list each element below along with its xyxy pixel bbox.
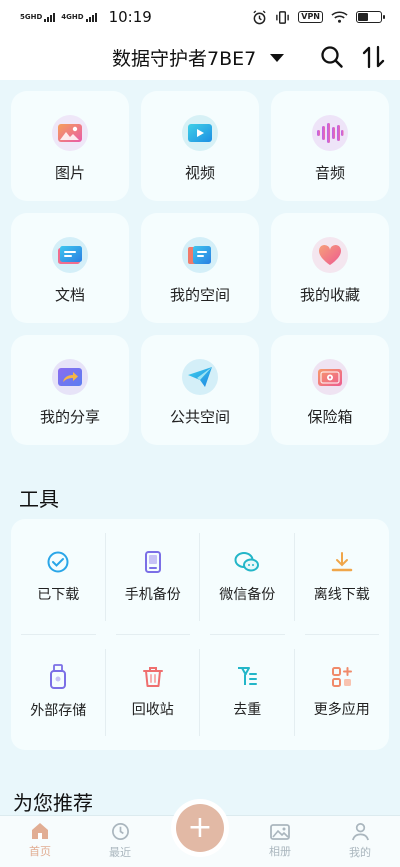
category-label: 我的分享 bbox=[39, 408, 100, 426]
nav-label: 相册 bbox=[269, 845, 291, 858]
category-card-audio[interactable]: 音频 bbox=[271, 91, 389, 201]
category-label: 我的空间 bbox=[169, 286, 230, 304]
wechat-backup-icon bbox=[234, 551, 260, 572]
safe-box-icon bbox=[312, 359, 348, 395]
more-apps-icon bbox=[331, 667, 352, 688]
category-label: 我的收藏 bbox=[299, 286, 360, 304]
heart-icon bbox=[312, 237, 348, 273]
downloaded-icon bbox=[47, 551, 69, 573]
account-name: 数据守护者7BE7 bbox=[112, 48, 257, 70]
nav-album[interactable]: 相册 bbox=[250, 822, 310, 859]
trash-icon bbox=[142, 667, 163, 688]
category-card-images[interactable]: 图片 bbox=[11, 91, 129, 201]
category-card-favorites[interactable]: 我的收藏 bbox=[271, 213, 389, 323]
tool-label: 外部存储 bbox=[30, 703, 87, 720]
category-card-safe-box[interactable]: 保险箱 bbox=[271, 335, 389, 445]
category-card-documents[interactable]: 文档 bbox=[11, 213, 129, 323]
signal-icon bbox=[85, 12, 97, 22]
network-5g: 5GHD bbox=[20, 12, 56, 22]
alarm-icon bbox=[253, 9, 266, 24]
tool-label: 手机备份 bbox=[124, 586, 181, 603]
category-label: 图片 bbox=[54, 164, 85, 182]
add-button[interactable]: + bbox=[176, 804, 224, 852]
network-4g: 4GHD bbox=[61, 12, 97, 22]
profile-icon bbox=[351, 823, 369, 841]
category-label: 音频 bbox=[314, 164, 345, 182]
category-card-my-space[interactable]: 我的空间 bbox=[141, 213, 259, 323]
tool-label: 去重 bbox=[233, 702, 262, 719]
wifi-icon bbox=[331, 11, 348, 23]
battery-icon bbox=[356, 11, 385, 23]
tools-section-title: 工具 bbox=[19, 487, 59, 511]
paper-plane-icon bbox=[182, 359, 218, 395]
net1-label: 5GHD bbox=[20, 12, 43, 21]
status-bar: 5GHD 4GHD 10:19 VPN bbox=[0, 0, 400, 34]
tool-label: 回收站 bbox=[131, 702, 174, 719]
tool-label: 微信备份 bbox=[219, 586, 276, 603]
account-switcher[interactable]: 数据守护者7BE7 bbox=[112, 44, 285, 71]
category-label: 视频 bbox=[184, 164, 215, 182]
nav-profile[interactable]: 我的 bbox=[330, 822, 390, 860]
nav-label: 首页 bbox=[29, 845, 51, 858]
vibrate-icon bbox=[276, 10, 290, 24]
vpn-badge: VPN bbox=[298, 11, 323, 23]
nav-recent[interactable]: 最近 bbox=[90, 822, 150, 860]
tool-phone-backup[interactable]: 手机备份 bbox=[106, 519, 201, 635]
category-label: 保险箱 bbox=[307, 408, 353, 426]
category-card-videos[interactable]: 视频 bbox=[141, 91, 259, 201]
phone-backup-icon bbox=[144, 550, 161, 573]
tool-dedupe[interactable]: 去重 bbox=[200, 635, 295, 751]
tool-label: 已下载 bbox=[37, 586, 80, 603]
sort-icon[interactable] bbox=[361, 44, 387, 70]
space-icon bbox=[182, 237, 218, 273]
app-header: 数据守护者7BE7 bbox=[0, 34, 400, 80]
nav-label: 最近 bbox=[109, 846, 131, 859]
recommend-section-title: 为您推荐 bbox=[13, 791, 93, 815]
tool-external-storage[interactable]: 外部存储 bbox=[11, 635, 106, 751]
tools-panel: 已下载 手机备份 微信备份 离线下载 外部存储 回收站 去重 更多应用 bbox=[11, 519, 389, 750]
audio-icon bbox=[312, 115, 348, 151]
search-icon[interactable] bbox=[319, 44, 345, 70]
clock: 10:19 bbox=[108, 8, 152, 26]
category-label: 文档 bbox=[54, 286, 85, 304]
category-label: 公共空间 bbox=[169, 408, 230, 426]
status-left: 5GHD 4GHD 10:19 bbox=[20, 8, 152, 26]
tool-offline-download[interactable]: 离线下载 bbox=[295, 519, 390, 635]
caret-down-icon bbox=[270, 53, 285, 62]
tool-label: 离线下载 bbox=[313, 586, 370, 603]
document-icon bbox=[52, 237, 88, 273]
tool-wechat-backup[interactable]: 微信备份 bbox=[200, 519, 295, 635]
category-card-public-space[interactable]: 公共空间 bbox=[141, 335, 259, 445]
tool-recycle-bin[interactable]: 回收站 bbox=[106, 635, 201, 751]
nav-label: 我的 bbox=[349, 846, 371, 859]
image-icon bbox=[52, 115, 88, 151]
signal-icon bbox=[44, 12, 56, 22]
dedupe-icon bbox=[238, 667, 258, 686]
nav-home[interactable]: 首页 bbox=[10, 822, 70, 859]
album-icon bbox=[270, 824, 290, 840]
offline-download-icon bbox=[331, 551, 352, 571]
home-icon bbox=[32, 823, 48, 839]
video-icon bbox=[182, 115, 218, 151]
tool-more-apps[interactable]: 更多应用 bbox=[295, 635, 390, 751]
tool-label: 更多应用 bbox=[313, 702, 370, 719]
clock-icon bbox=[111, 823, 129, 840]
share-icon bbox=[52, 359, 88, 395]
net2-label: 4GHD bbox=[61, 12, 84, 21]
tool-downloaded[interactable]: 已下载 bbox=[11, 519, 106, 635]
category-grid: 图片 视频 音频 文档 我的空间 我的收藏 我的分享 公共空间 保险箱 bbox=[11, 91, 390, 445]
category-card-my-shares[interactable]: 我的分享 bbox=[11, 335, 129, 445]
usb-storage-icon bbox=[50, 664, 67, 690]
status-right: VPN bbox=[252, 9, 385, 25]
